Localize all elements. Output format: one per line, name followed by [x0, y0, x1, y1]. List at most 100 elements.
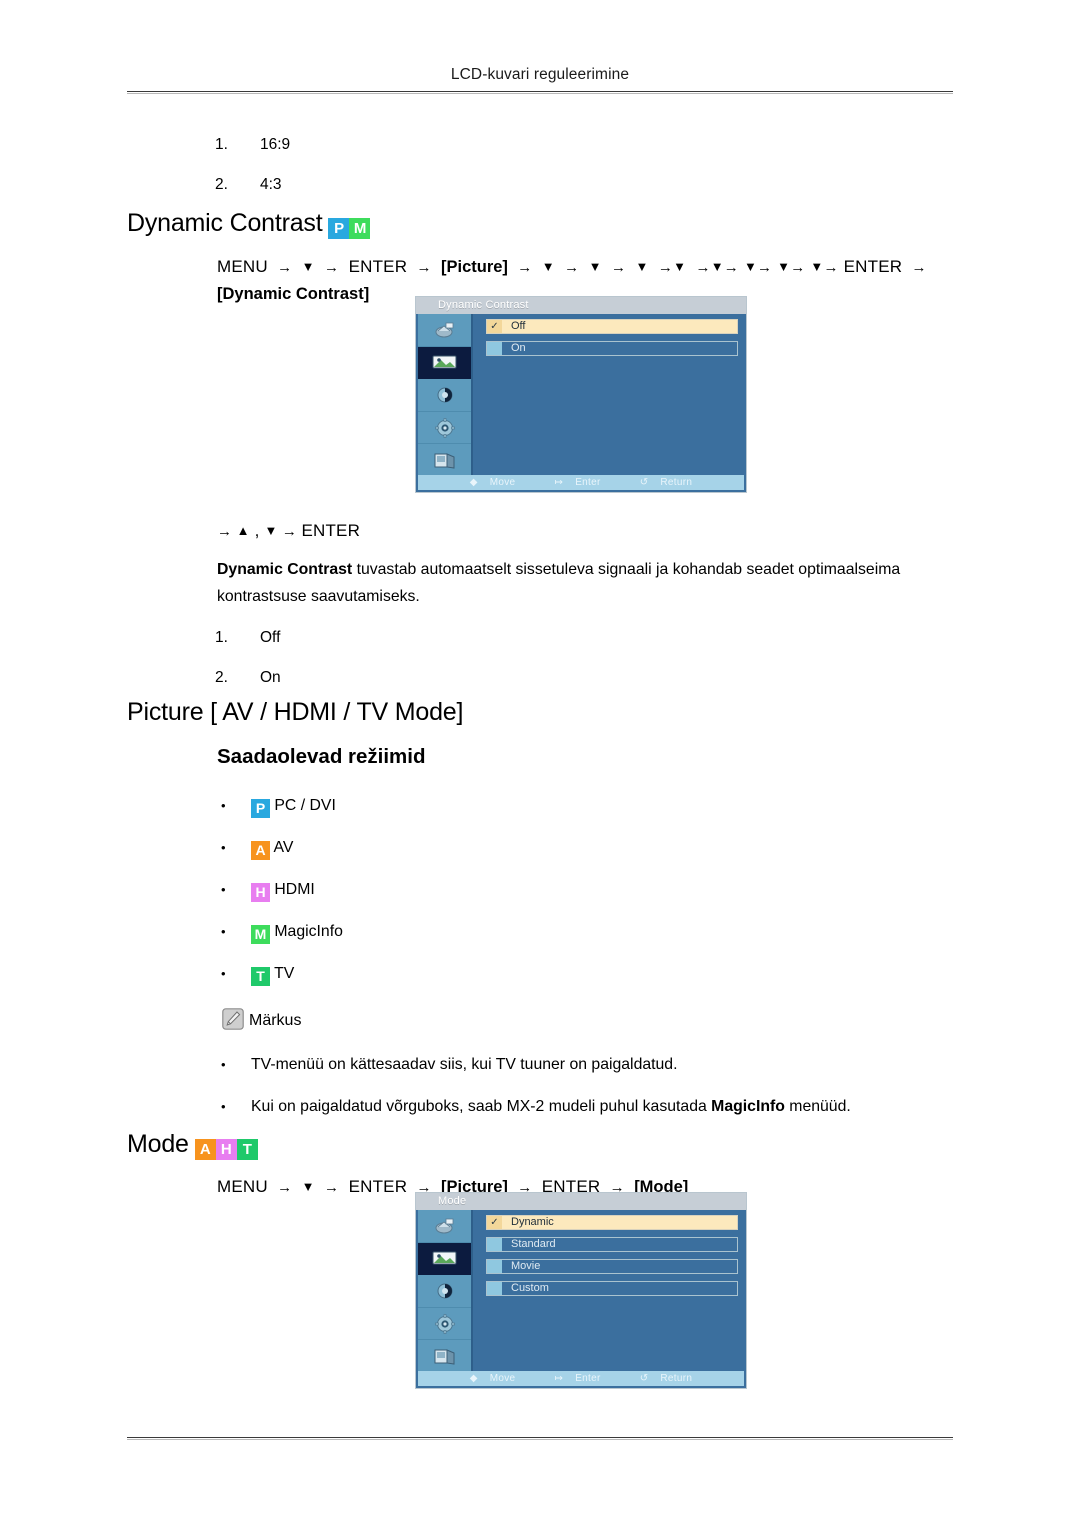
item-marker [487, 1260, 502, 1273]
osd-icon-multicontrol[interactable] [418, 444, 471, 477]
list-item: T TV [215, 953, 343, 995]
list-item: TV-menüü on kättesaadav siis, kui TV tuu… [215, 1044, 851, 1086]
mode-label: MagicInfo [274, 923, 343, 940]
arrow-icon: → [907, 259, 927, 276]
osd-panel-dynamic-contrast[interactable]: Dynamic Contrast ✓ Off On ◆ Move ↦ Enter… [415, 296, 747, 493]
badge-pc-icon: P [328, 218, 350, 239]
input-source-icon [435, 1218, 453, 1234]
badge-hdmi-icon: H [215, 1139, 237, 1160]
check-icon: ✓ [487, 320, 502, 333]
osd-list-item[interactable]: ✓ Off [486, 319, 738, 334]
osd-item-label: Movie [511, 1260, 541, 1272]
list-label: 16:9 [260, 136, 291, 153]
return-icon: ↺ [639, 477, 649, 488]
osd-item-label: Standard [511, 1238, 556, 1250]
mode-label: PC / DVI [274, 797, 336, 814]
osd-item-list[interactable]: ✓ Off On [486, 319, 738, 363]
note-icon [222, 1008, 244, 1030]
osd-item-label: Custom [511, 1282, 549, 1294]
list-item: H HDMI [215, 869, 343, 911]
header-rule [127, 91, 953, 94]
osd-sidebar[interactable] [418, 314, 473, 477]
down-arrow-icon: ▼ [777, 259, 791, 274]
down-arrow-icon: ▼ [301, 1179, 315, 1194]
enter-icon: ↦ [554, 1373, 564, 1384]
arrow-icon: → [723, 259, 739, 276]
osd-footer-return: ↺ Return [639, 477, 693, 488]
arrow-icon: → [412, 259, 437, 276]
osd-icon-sound[interactable] [418, 1275, 471, 1308]
down-arrow-icon: ▼ [673, 259, 687, 274]
osd-list-item[interactable]: On [486, 341, 738, 356]
osd-panel-mode[interactable]: Mode ✓ Dynamic Standard Movie Custom ◆ M… [415, 1192, 747, 1389]
down-arrow-icon: ▼ [264, 523, 278, 538]
osd-icon-picture[interactable] [418, 1242, 471, 1276]
osd-item-label: Dynamic [511, 1216, 554, 1228]
arrow-icon: → [217, 523, 237, 540]
arrow-icon: → [691, 259, 711, 276]
input-source-icon [435, 322, 453, 338]
sound-icon [437, 1283, 452, 1299]
section-heading-dynamic-contrast: Dynamic Contrast P M [127, 209, 371, 239]
osd-footer-move: ◆ Move [469, 1373, 516, 1384]
list-item: 2. 4:3 [215, 165, 290, 205]
nav-instruction-line: → ▲ , ▼ → ENTER [217, 518, 360, 545]
osd-footer-enter: ↦ Enter [554, 477, 601, 488]
osd-icon-input[interactable] [418, 1210, 471, 1243]
dynamic-contrast-description: Dynamic Contrast tuvastab automaatselt s… [217, 556, 955, 610]
heading-text: Mode [127, 1130, 189, 1158]
osd-icon-sound[interactable] [418, 379, 471, 412]
running-header: LCD-kuvari reguleerimine [450, 66, 630, 83]
arrow-icon: → [319, 259, 344, 276]
badge-group-mode: AHT [194, 1139, 258, 1160]
list-item: 1. Off [215, 618, 281, 658]
available-modes-list: P PC / DVI A AV H HDMI M MagicInfo T TV [215, 785, 343, 995]
updown-icon: ◆ [469, 477, 478, 488]
osd-icon-setup[interactable] [418, 412, 471, 445]
subheading-available-modes: Saadaolevad režiimid [217, 745, 426, 768]
note-header: Märkus [222, 1008, 301, 1030]
arrow-icon: → [319, 1179, 344, 1196]
osd-list-item[interactable]: ✓ Dynamic [486, 1215, 738, 1230]
enter-icon: ↦ [554, 477, 564, 488]
return-icon: ↺ [639, 1373, 649, 1384]
multicontrol-icon [434, 1348, 454, 1365]
sound-icon [437, 387, 452, 403]
section-heading-picture-mode: Picture [ AV / HDMI / TV Mode] [127, 698, 464, 726]
osd-sidebar[interactable] [418, 1210, 473, 1373]
osd-item-list[interactable]: ✓ Dynamic Standard Movie Custom [486, 1215, 738, 1303]
osd-icon-multicontrol[interactable] [418, 1340, 471, 1373]
enter-key: ENTER [843, 257, 903, 276]
down-arrow-icon: ▼ [588, 259, 602, 274]
mode-label: TV [274, 965, 295, 982]
osd-title: Mode [416, 1193, 746, 1210]
note-bullet-list: TV-menüü on kättesaadav siis, kui TV tuu… [215, 1044, 851, 1128]
down-arrow-icon: ▼ [810, 259, 824, 274]
osd-list-item[interactable]: Standard [486, 1237, 738, 1252]
arrow-icon: → [790, 259, 806, 276]
picture-icon [432, 355, 456, 369]
osd-footer-return: ↺ Return [639, 1373, 693, 1384]
osd-list-item[interactable]: Movie [486, 1259, 738, 1274]
item-marker [487, 342, 502, 355]
osd-footer-bar: ◆ Move ↦ Enter ↺ Return [418, 475, 744, 490]
osd-item-label: On [511, 342, 526, 354]
mode-badge-av-icon: A [251, 841, 270, 860]
mode-badge-magicinfo-icon: M [251, 925, 270, 944]
badge-av-icon: A [194, 1139, 216, 1160]
osd-footer-bar: ◆ Move ↦ Enter ↺ Return [418, 1371, 744, 1386]
arrow-icon: → [277, 523, 302, 540]
osd-icon-setup[interactable] [418, 1308, 471, 1341]
osd-icon-input[interactable] [418, 314, 471, 347]
document-page: LCD-kuvari reguleerimine 1. 16:9 2. 4:3 … [0, 0, 1080, 1527]
check-icon: ✓ [487, 1216, 502, 1229]
heading-text: Dynamic Contrast [127, 209, 323, 237]
down-arrow-icon: ▼ [301, 259, 315, 274]
osd-list-item[interactable]: Custom [486, 1281, 738, 1296]
aspect-ratio-list: 1. 16:9 2. 4:3 [215, 125, 290, 205]
list-label: 4:3 [260, 176, 282, 193]
list-label: On [260, 669, 281, 686]
osd-icon-picture[interactable] [418, 346, 471, 380]
list-item: M MagicInfo [215, 911, 343, 953]
list-item: A AV [215, 827, 343, 869]
